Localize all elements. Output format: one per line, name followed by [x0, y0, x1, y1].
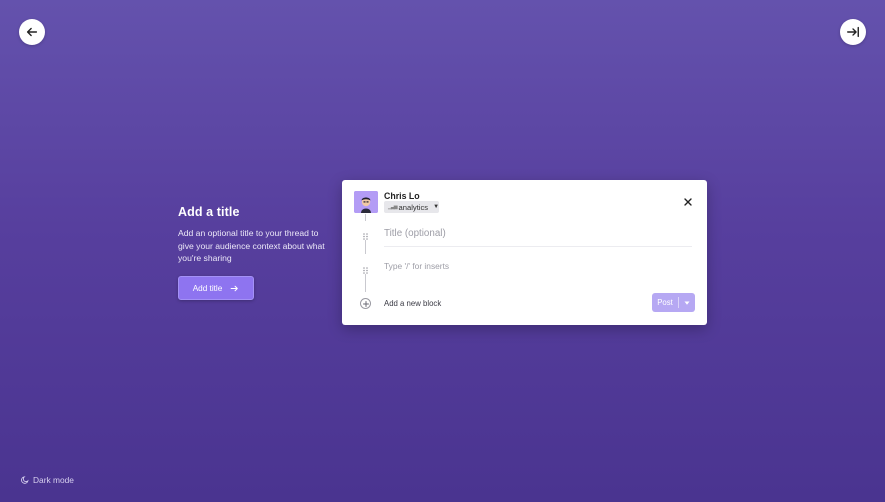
drag-handle-icon[interactable]	[363, 261, 368, 274]
dark-mode-toggle[interactable]: Dark mode	[21, 475, 74, 485]
add-title-button[interactable]: Add title	[178, 276, 254, 300]
thread-connector-line	[365, 274, 366, 292]
add-block-label[interactable]: Add a new block	[384, 299, 441, 308]
add-title-label: Add title	[192, 283, 223, 293]
add-block-button[interactable]	[360, 298, 371, 309]
drag-handle-icon[interactable]	[363, 227, 368, 240]
thread-connector-line	[365, 214, 366, 221]
close-icon	[684, 198, 692, 206]
close-button[interactable]	[683, 194, 693, 206]
intro-description: Add an optional title to your thread to …	[178, 228, 325, 264]
avatar-illustration-icon	[354, 191, 378, 213]
arrow-left-icon	[26, 27, 38, 37]
avatar	[354, 191, 378, 213]
arrow-right-icon	[230, 285, 239, 291]
intro-heading: Add a title	[178, 205, 240, 219]
collapse-panel-button[interactable]	[840, 19, 866, 45]
title-input[interactable]	[384, 224, 692, 242]
dark-mode-label: Dark mode	[33, 475, 74, 485]
intro-panel: Add a title Add an optional title to you…	[178, 205, 326, 265]
channel-tag-dropdown[interactable]: ▁▃▅ analytics ▼	[384, 201, 439, 213]
thread-connector-line	[365, 240, 366, 254]
caret-down-icon: ▼	[433, 204, 440, 210]
body-input[interactable]	[384, 259, 692, 273]
post-label: Post	[657, 298, 673, 307]
arrow-right-to-line-icon	[847, 26, 859, 38]
thread-composer-card: Chris Lo ▁▃▅ analytics ▼ Add a new block…	[342, 180, 707, 325]
chart-bars-icon: ▁▃▅	[388, 204, 397, 210]
moon-icon	[21, 476, 29, 484]
title-divider	[384, 246, 692, 247]
plus-icon	[362, 300, 369, 307]
back-button[interactable]	[19, 19, 45, 45]
channel-tag-label: analytics	[398, 202, 429, 212]
post-split-divider	[677, 297, 679, 308]
author-name: Chris Lo	[384, 191, 420, 201]
post-button[interactable]: Post	[652, 293, 695, 312]
caret-down-icon[interactable]	[684, 300, 690, 306]
